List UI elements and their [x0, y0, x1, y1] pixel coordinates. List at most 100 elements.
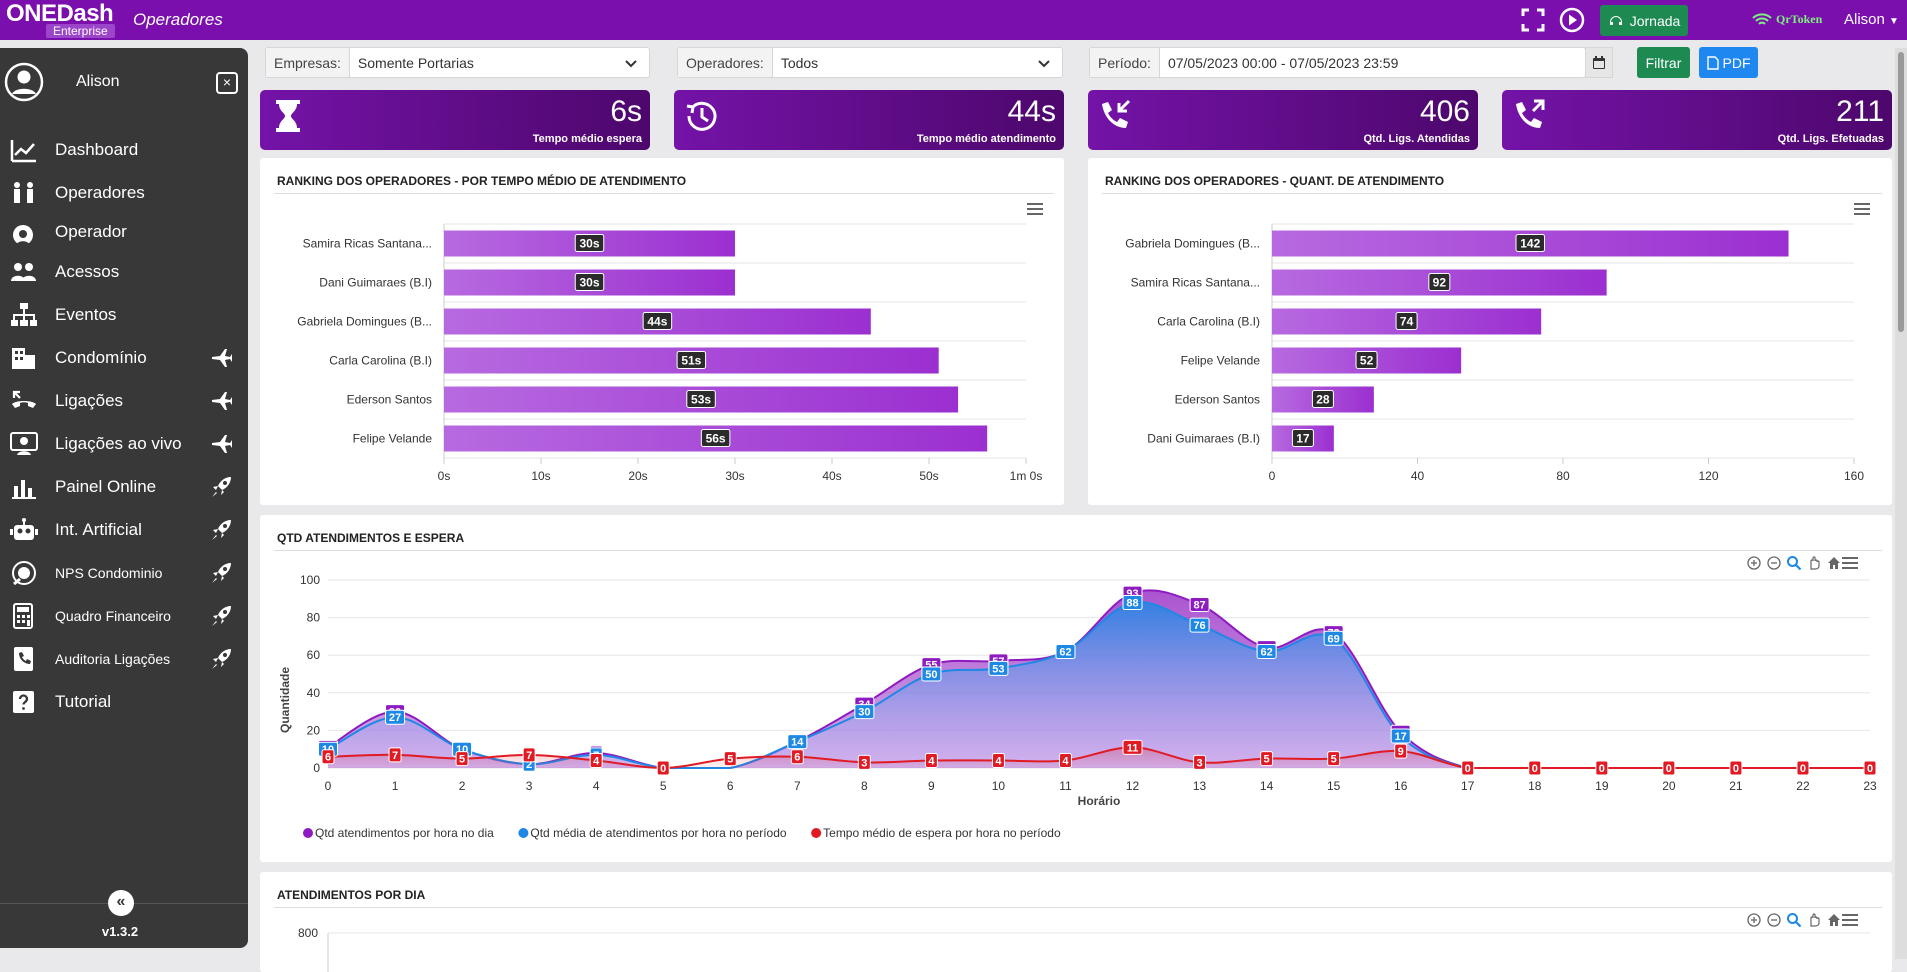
- sidebar: Alison × Dashboard Operadores Operador Aces…: [0, 48, 248, 948]
- app-version: v1.3.2: [101, 924, 139, 939]
- jornada-label: Jornada: [1629, 12, 1681, 29]
- category-label: Samira Ricas Santana...: [1131, 276, 1260, 290]
- scrollbar-thumb[interactable]: [1898, 52, 1904, 332]
- sidebar-item-nps-condominio[interactable]: NPS Condominio: [0, 551, 248, 594]
- phone-call-icon: [12, 390, 36, 408]
- data-label: 3: [1197, 757, 1203, 769]
- data-label: 62: [1260, 646, 1272, 658]
- data-label: 4: [1062, 755, 1069, 767]
- operators-icon: [14, 182, 33, 203]
- tick-label: 40s: [822, 469, 841, 483]
- sidebar-user: Alison ×: [4, 62, 244, 102]
- series-area: [328, 601, 1870, 768]
- category-label: Ederson Santos: [347, 393, 432, 407]
- sidebar-item-condom-nio[interactable]: Condomínio: [0, 336, 248, 379]
- sidebar-item-label: Acessos: [55, 261, 120, 281]
- app-logo[interactable]: ONEDash Enterprise: [6, 2, 115, 38]
- kpi-label: Tempo médio espera: [532, 133, 642, 145]
- kpi-value: 44s: [1007, 95, 1056, 128]
- sidebar-item-label: Tutorial: [55, 691, 112, 711]
- operadores-select[interactable]: Todos: [773, 55, 1034, 71]
- x-tick-label: 8: [861, 779, 868, 793]
- pdf-label: PDF: [1722, 54, 1751, 71]
- category-label: Carla Carolina (B.I): [1157, 315, 1260, 329]
- category-label: Dani Guimaraes (B.I): [319, 276, 432, 290]
- sidebar-item-label: Ligações: [55, 390, 124, 410]
- chart-line-icon: [10, 140, 36, 163]
- y-tick-label: 800: [298, 926, 318, 940]
- jornada-button[interactable]: Jornada: [1600, 5, 1688, 36]
- periodo-input[interactable]: 07/05/2023 00:00 - 07/05/2023 23:59: [1160, 55, 1585, 71]
- periodo-label: Período:: [1090, 48, 1160, 77]
- data-label: 0: [1666, 763, 1672, 775]
- live-call-icon: [10, 432, 38, 455]
- data-label: 56s: [706, 432, 726, 446]
- phone-incoming-icon: [1102, 99, 1131, 128]
- legend-label: Qtd atendimentos por hora no dia: [315, 826, 494, 840]
- filtrar-button[interactable]: Filtrar: [1637, 47, 1690, 78]
- calendar-button[interactable]: [1585, 47, 1613, 78]
- sidebar-item-acessos[interactable]: Acessos: [0, 250, 248, 293]
- x-tick-label: 10: [992, 779, 1006, 793]
- periodo-filter[interactable]: Período: 07/05/2023 00:00 - 07/05/2023 2…: [1089, 47, 1586, 78]
- plane-icon: [212, 349, 232, 367]
- qrtoken-label: QrToken: [1776, 12, 1823, 26]
- sidebar-item-label: Ligações ao vivo: [55, 433, 182, 453]
- sidebar-item-int-artificial[interactable]: Int. Artificial: [0, 508, 248, 551]
- category-label: Dani Guimaraes (B.I): [1147, 432, 1260, 446]
- x-tick-label: 21: [1729, 779, 1743, 793]
- operadores-label: Operadores:: [678, 48, 773, 77]
- sidebar-item-label: Int. Artificial: [55, 519, 142, 539]
- rocket-icon: [212, 477, 231, 497]
- qrtoken-status[interactable]: QrToken: [1752, 12, 1822, 27]
- fullscreen-icon[interactable]: [1520, 7, 1546, 33]
- pdf-button[interactable]: PDF: [1699, 47, 1758, 78]
- sidebar-item-operador[interactable]: Operador: [0, 214, 248, 250]
- chevron-down-icon: [625, 59, 637, 67]
- tick-label: 0s: [438, 469, 451, 483]
- sidebar-item-label: Auditoria Ligações: [55, 650, 171, 667]
- sidebar-item-eventos[interactable]: Eventos: [0, 293, 248, 336]
- empresas-select[interactable]: Somente Portarias: [350, 55, 621, 71]
- data-label: 30s: [579, 237, 599, 251]
- data-label: 30: [858, 707, 870, 719]
- sidebar-item-operadores[interactable]: Operadores: [0, 171, 248, 214]
- category-label: Felipe Velande: [353, 432, 433, 446]
- rocket-icon: [212, 649, 231, 669]
- caret-down-icon: ▼: [1889, 16, 1899, 27]
- y-tick-label: 60: [307, 648, 321, 662]
- user-menu[interactable]: Alison ▼: [1844, 11, 1899, 28]
- tick-label: 10s: [531, 469, 550, 483]
- sidebar-item-liga-es[interactable]: Ligações: [0, 379, 248, 422]
- sidebar-item-liga-es-ao-vivo[interactable]: Ligações ao vivo: [0, 422, 248, 465]
- page-scrollbar[interactable]: [1895, 48, 1907, 959]
- sidebar-item-quadro-financeiro[interactable]: Quadro Financeiro: [0, 594, 248, 637]
- logo-sub: Enterprise: [46, 24, 115, 38]
- atendimentos-dia-chart: 800: [298, 926, 1870, 972]
- sidebar-item-tutorial[interactable]: Tutorial: [0, 680, 248, 723]
- kpi-value: 6s: [610, 95, 642, 128]
- sidebar-close-button[interactable]: ×: [216, 72, 238, 94]
- tick-label: 50s: [919, 469, 938, 483]
- operadores-filter[interactable]: Operadores: Todos: [677, 47, 1063, 78]
- y-tick-label: 0: [313, 761, 320, 775]
- phone-outgoing-icon: [1516, 99, 1545, 128]
- y-axis-label: Quantidade: [278, 667, 292, 733]
- chevron-down-icon: [1038, 59, 1050, 67]
- data-label: 53s: [691, 393, 711, 407]
- data-label: 11: [1127, 742, 1139, 754]
- sidebar-item-auditoria-liga-es[interactable]: Auditoria Ligações: [0, 637, 248, 680]
- x-tick-label: 17: [1461, 779, 1475, 793]
- data-label: 87: [1193, 599, 1205, 611]
- data-label: 6: [325, 752, 331, 764]
- sidebar-collapse-button[interactable]: «: [108, 890, 134, 916]
- data-label: 52: [1360, 354, 1374, 368]
- play-icon[interactable]: [1559, 7, 1585, 33]
- data-label: 17: [1395, 731, 1407, 743]
- sidebar-item-label: Eventos: [55, 304, 117, 324]
- empresas-filter[interactable]: Empresas: Somente Portarias: [265, 47, 650, 78]
- sidebar-item-dashboard[interactable]: Dashboard: [0, 128, 248, 171]
- data-label: 4: [928, 755, 935, 767]
- sidebar-item-painel-online[interactable]: Painel Online: [0, 465, 248, 508]
- kpi-card-answered: 406 Qtd. Ligs. Atendidas: [1088, 90, 1478, 150]
